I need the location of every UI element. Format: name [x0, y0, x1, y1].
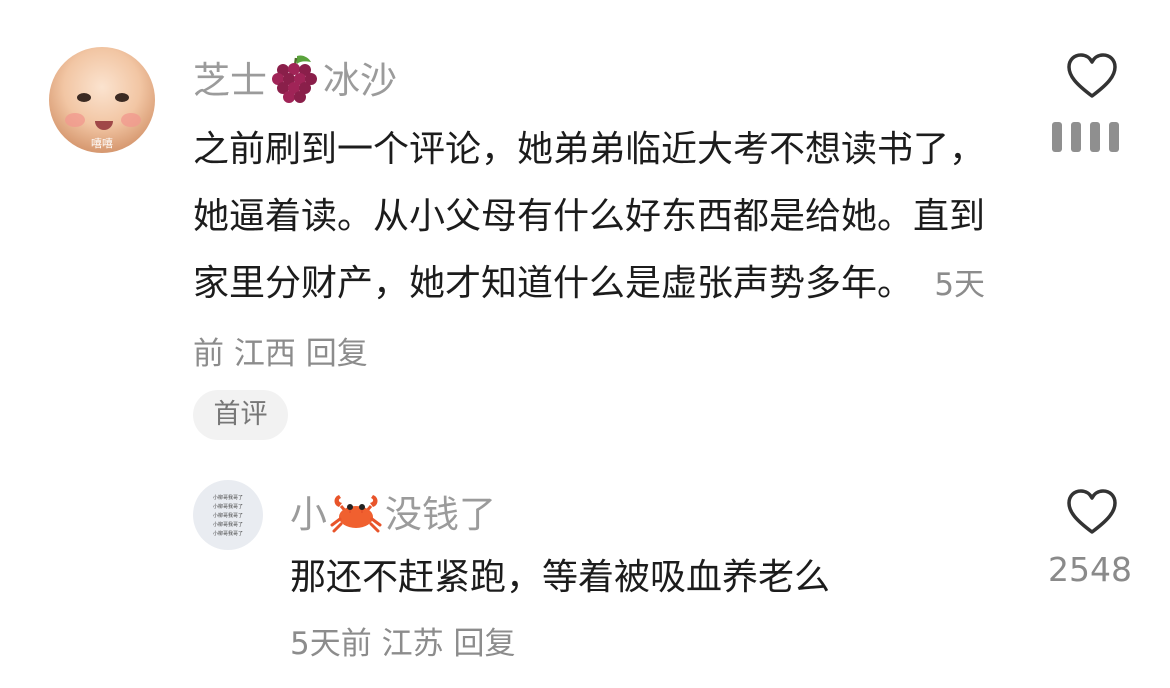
avatar-eye: [77, 93, 91, 102]
avatar-text-line: 小柳哥我哥了: [212, 522, 243, 528]
replier-username[interactable]: 小 没钱了: [290, 484, 496, 544]
avatar-eye: [115, 93, 129, 102]
like-count: 2548: [1048, 550, 1132, 589]
reply-time: 5天前: [290, 626, 372, 662]
comment-location: 江西: [233, 336, 296, 372]
avatar-tag: 嘻嘻: [91, 137, 113, 150]
avatar-mouth: [95, 121, 113, 130]
heart-icon: [1067, 489, 1117, 534]
username-part: 没钱了: [385, 493, 496, 536]
like-button[interactable]: [1066, 488, 1118, 536]
grapes-icon: [269, 52, 321, 113]
avatar-cheek: [65, 113, 85, 127]
reply-button[interactable]: 回复: [306, 336, 368, 372]
heart-icon: [1067, 53, 1117, 98]
loading-bars-icon: [1052, 122, 1128, 154]
username-part: 小: [290, 493, 327, 536]
comment-text: 之前刷到一个评论，她弟弟临近大考不想读书了，她逼着读。从小父母有什么好东西都是给…: [193, 129, 986, 304]
commenter-username[interactable]: 芝士 冰沙: [193, 50, 397, 113]
avatar-text-line: 小柳哥我哥了: [212, 513, 243, 519]
crab-icon: [329, 489, 383, 544]
first-comment-badge: 首评: [193, 390, 288, 440]
avatar-text-line: 小柳哥我哥了: [212, 495, 243, 501]
comment-body: 之前刷到一个评论，她弟弟临近大考不想读书了，她逼着读。从小父母有什么好东西都是给…: [193, 116, 993, 388]
reply-meta: 5天前 江苏 回复: [290, 618, 515, 663]
reply-text: 那还不赶紧跑，等着被吸血养老么: [290, 557, 831, 598]
avatar-text-line: 小柳哥我哥了: [212, 531, 243, 537]
replier-avatar[interactable]: 小柳哥我哥了 小柳哥我哥了 小柳哥我哥了 小柳哥我哥了 小柳哥我哥了: [193, 480, 263, 550]
like-button[interactable]: [1066, 52, 1118, 100]
avatar-cheek: [121, 113, 141, 127]
avatar-text-line: 小柳哥我哥了: [212, 504, 243, 510]
commenter-avatar[interactable]: 嘻嘻: [49, 47, 155, 153]
reply-button[interactable]: 回复: [453, 626, 515, 662]
reply-location: 江苏: [381, 626, 444, 662]
username-part: 芝士: [193, 59, 267, 102]
username-part: 冰沙: [323, 59, 397, 102]
